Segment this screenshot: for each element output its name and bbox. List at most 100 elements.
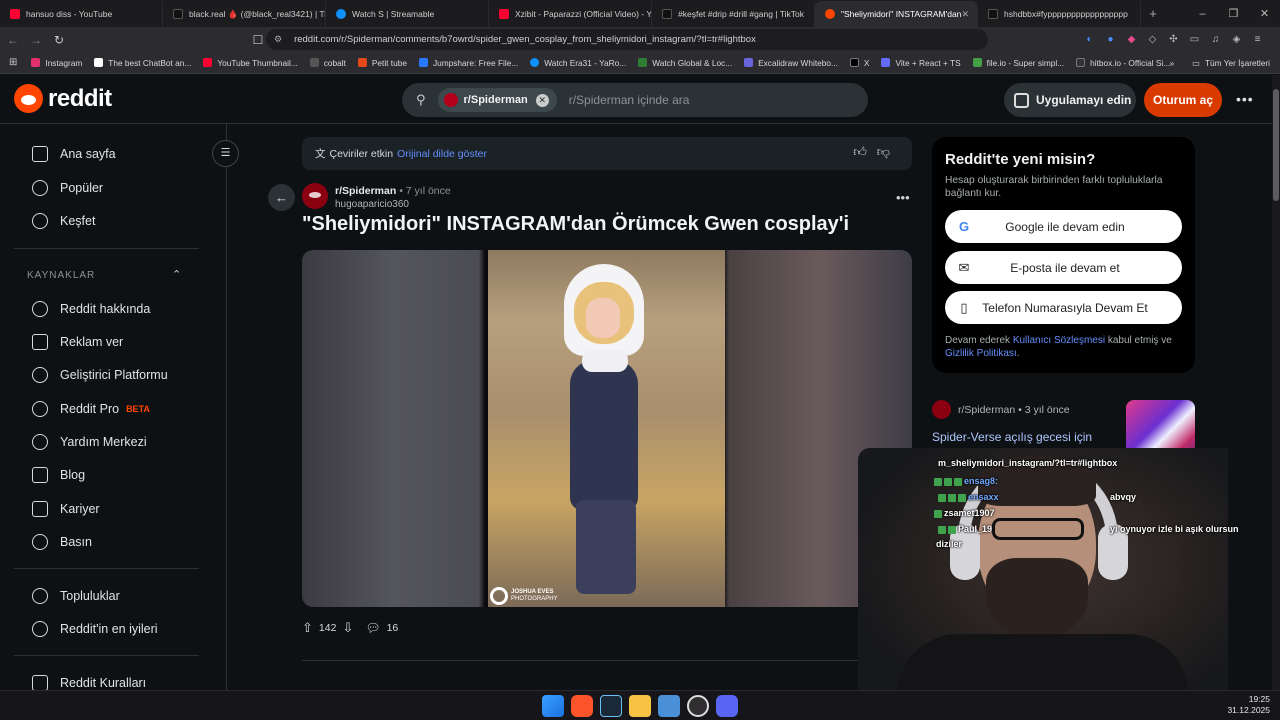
- search-icon: ⚲: [416, 92, 426, 107]
- new-tab-button[interactable]: +: [1141, 1, 1165, 27]
- bookmark-item[interactable]: X: [849, 58, 869, 68]
- downvote-icon[interactable]: ⇩: [342, 620, 353, 636]
- show-original-link[interactable]: Orijinal dilde göster: [397, 148, 487, 160]
- back-button[interactable]: ←: [268, 184, 295, 211]
- close-tab-icon[interactable]: ✕: [961, 9, 969, 20]
- post-more-options-icon[interactable]: •••: [896, 190, 910, 205]
- post-media[interactable]: JOSHUA EVES PHOTOGRAPHY: [302, 250, 912, 607]
- windows-start-icon[interactable]: [542, 695, 564, 717]
- sidebar-item-developer[interactable]: Geliştirici Platformu: [32, 367, 168, 383]
- sidebar-item-popular[interactable]: Popüler: [32, 180, 103, 196]
- translate-icon: 文: [315, 148, 326, 160]
- bookmark-item[interactable]: hitbox.io - Official Si...: [1076, 58, 1170, 68]
- reload-icon[interactable]: ↻: [49, 33, 69, 47]
- steam-icon[interactable]: [600, 695, 622, 717]
- extension-icon[interactable]: ◇: [1142, 34, 1163, 45]
- bookmark-icon[interactable]: ☐: [248, 33, 268, 47]
- login-button[interactable]: Oturum aç: [1144, 83, 1222, 117]
- bookmark-item[interactable]: file.io - Super simpl...: [972, 58, 1064, 68]
- browser-tab[interactable]: hshdbbx#fyppppppppppppppppp: [978, 1, 1141, 27]
- comment-icon[interactable]: 💬︎: [365, 621, 380, 635]
- subreddit-search-chip[interactable]: r/Spiderman ✕: [437, 88, 557, 112]
- bookmark-item[interactable]: YouTube Thumbnail...: [203, 58, 298, 68]
- sidebar-item-home[interactable]: Ana sayfa: [32, 146, 116, 162]
- system-clock[interactable]: 19:25 31.12.2025: [1227, 694, 1270, 716]
- reddit-logo[interactable]: reddit: [14, 84, 112, 113]
- email-signin-button[interactable]: ✉ E-posta ile devam et: [945, 251, 1182, 284]
- menu-icon[interactable]: ≡: [1247, 34, 1268, 45]
- photos-icon[interactable]: [658, 695, 680, 717]
- more-options-icon[interactable]: •••: [1236, 91, 1254, 107]
- sidebar-item-advertise[interactable]: Reklam ver: [32, 334, 123, 350]
- sidebar-item-pro[interactable]: Reddit Pro BETA: [32, 401, 150, 417]
- bookmark-item[interactable]: Excalidraw Whitebo...: [744, 58, 838, 68]
- extension-icon[interactable]: ◐: [1079, 34, 1100, 45]
- sidebar-item-explore[interactable]: Keşfet: [32, 213, 95, 229]
- browser-tab[interactable]: #keşfet #drip #drill #gang | TikTok: [652, 1, 815, 27]
- comment-count[interactable]: 16: [387, 622, 399, 634]
- sidebar-item-blog[interactable]: Blog: [32, 467, 85, 483]
- sidebar-item-careers[interactable]: Kariyer: [32, 501, 100, 517]
- sidebar-icon[interactable]: ▭: [1184, 34, 1205, 45]
- vote-count: 142: [318, 622, 337, 634]
- camera-logo-icon: [490, 587, 508, 605]
- bookmark-item[interactable]: Jumpshare: Free File...: [418, 58, 518, 68]
- sidebar-item-press[interactable]: Basın: [32, 534, 92, 550]
- bookmark-item[interactable]: cobalt: [309, 58, 346, 68]
- bookmarks-overflow-icon[interactable]: »: [1170, 58, 1175, 68]
- get-app-button[interactable]: Uygulamayı edin: [1004, 83, 1136, 117]
- subreddit-avatar[interactable]: [302, 183, 328, 209]
- browser-tab[interactable]: Xzibit - Paparazzi (Official Video) - Yo: [489, 1, 652, 27]
- bookmark-item[interactable]: Petit tube: [357, 58, 407, 68]
- file-explorer-icon[interactable]: [629, 695, 651, 717]
- obs-icon[interactable]: [687, 695, 709, 717]
- browser-tab[interactable]: Watch S | Streamable: [326, 1, 489, 27]
- all-bookmarks[interactable]: » ▭ Tüm Yer İşaretleri: [1170, 58, 1271, 68]
- resources-header[interactable]: KAYNAKLAR ⌃: [27, 269, 181, 281]
- thumbs-up-icon[interactable]: 👍︎: [853, 144, 877, 159]
- bookmark-item[interactable]: The best ChatBot an...: [94, 58, 191, 68]
- user-agreement-link[interactable]: Kullanıcı Sözleşmesi: [1013, 335, 1105, 346]
- maximize-button[interactable]: ❐: [1218, 7, 1249, 20]
- forward-arrow-icon[interactable]: →: [26, 33, 46, 47]
- browser-tab[interactable]: black.real 🩸 (@black_real3421) | Tik: [163, 1, 326, 27]
- bookmark-item[interactable]: Instagram: [31, 58, 82, 68]
- close-window-button[interactable]: ✕: [1249, 7, 1280, 20]
- search-bar[interactable]: ⚲ r/Spiderman ✕ r/Spiderman içinde ara: [402, 83, 868, 117]
- puzzle-icon[interactable]: ✣: [1163, 34, 1184, 45]
- site-info-icon[interactable]: ⚙: [274, 34, 282, 45]
- post-author[interactable]: hugoaparicio360: [335, 199, 409, 210]
- shield-icon[interactable]: ◈: [1226, 34, 1247, 45]
- google-signin-button[interactable]: G Google ile devam edin: [945, 210, 1182, 243]
- privacy-policy-link[interactable]: Gizlilik Politikası: [945, 348, 1017, 359]
- chevron-up-icon[interactable]: ⌃: [172, 268, 182, 281]
- scrollbar-thumb[interactable]: [1273, 89, 1279, 201]
- bookmark-item[interactable]: Watch Global & Loc...: [638, 58, 732, 68]
- sidebar-item-best-of[interactable]: Reddit'in en iyileri: [32, 621, 158, 637]
- extension-icon[interactable]: ◆: [1121, 34, 1142, 45]
- apps-grid-icon[interactable]: ⊞: [9, 57, 17, 68]
- clear-chip-icon[interactable]: ✕: [535, 93, 549, 107]
- address-bar[interactable]: ⚙ reddit.com/r/Spiderman/comments/b7owrd…: [266, 29, 988, 50]
- phone-signin-button[interactable]: ▯ Telefon Numarasıyla Devam Et: [945, 291, 1182, 324]
- upvote-icon[interactable]: ⇧: [302, 620, 313, 636]
- browser-tab[interactable]: hansuo diss - YouTube: [0, 1, 163, 27]
- extension-icon[interactable]: ●: [1100, 34, 1121, 45]
- collapse-sidebar-button[interactable]: ☰: [212, 140, 239, 167]
- thumbs-down-icon[interactable]: 👎︎: [877, 144, 900, 159]
- youtube-thumbnail-icon: [203, 58, 213, 67]
- minimize-button[interactable]: –: [1187, 8, 1218, 20]
- sidebar-item-communities[interactable]: Topluluklar: [32, 588, 120, 604]
- browser-tab-active[interactable]: "Sheliymidori" INSTAGRAM'dan ✕: [815, 1, 978, 27]
- page-scrollbar[interactable]: [1272, 75, 1280, 690]
- sidebar-item-help[interactable]: Yardım Merkezi: [32, 434, 147, 450]
- discord-icon[interactable]: [716, 695, 738, 717]
- music-icon[interactable]: ♫: [1205, 34, 1226, 45]
- post-subreddit[interactable]: r/Spiderman • 7 yıl önce: [335, 185, 451, 197]
- back-arrow-icon[interactable]: ←: [3, 33, 23, 47]
- bookmark-item[interactable]: Watch Era31 - YaRo...: [530, 58, 626, 68]
- brave-browser-icon[interactable]: [571, 695, 593, 717]
- sidebar-item-about[interactable]: Reddit hakkında: [32, 301, 150, 317]
- bookmark-item[interactable]: Vite + React + TS: [881, 58, 961, 68]
- sidebar-item-rules[interactable]: Reddit Kuralları: [32, 675, 146, 691]
